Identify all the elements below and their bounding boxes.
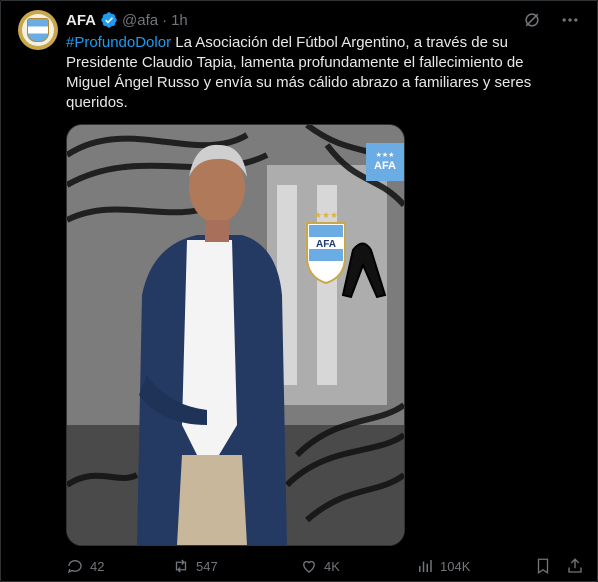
views-icon — [419, 560, 432, 572]
views-count: 104K — [440, 558, 471, 574]
repost-icon — [175, 559, 187, 573]
post-image[interactable]: ★★★ AFA ★★★ AFA — [66, 124, 405, 546]
like-button[interactable]: 4K — [300, 557, 340, 575]
badge-text: AFA — [374, 160, 396, 172]
reply-count: 42 — [90, 558, 105, 574]
heart-icon — [303, 560, 315, 573]
like-count: 4K — [324, 558, 340, 574]
avatar[interactable] — [18, 10, 58, 50]
reply-button[interactable]: 42 — [66, 557, 104, 575]
afa-crest-icon — [27, 18, 49, 42]
repost-count: 547 — [196, 558, 218, 574]
more-icon[interactable] — [560, 10, 580, 30]
bookmark-icon — [537, 558, 549, 575]
views-button[interactable]: 104K — [416, 557, 470, 575]
bookmark-button[interactable] — [534, 557, 552, 575]
avatar-inner — [22, 14, 54, 46]
afa-logo-badge: ★★★ AFA — [366, 143, 404, 181]
post-header: AFA @afa · 1h — [66, 10, 188, 30]
verified-badge-icon[interactable] — [100, 11, 118, 29]
separator-dot: · — [162, 11, 168, 29]
post-actions: 42 547 4K 104K — [66, 556, 586, 576]
badge-stars: ★★★ — [375, 152, 395, 159]
repost-button[interactable]: 547 — [172, 557, 218, 575]
share-icon — [568, 558, 582, 573]
post-timestamp[interactable]: 1h — [171, 12, 188, 29]
author-name[interactable]: AFA — [66, 12, 96, 29]
reply-icon — [67, 560, 82, 574]
svg-text:★★★: ★★★ — [314, 211, 338, 221]
post-top-actions — [522, 10, 580, 30]
author-handle[interactable]: @afa — [122, 12, 158, 29]
post-text: #ProfundoDolor La Asociación del Fútbol … — [66, 33, 566, 113]
hashtag-link[interactable]: #ProfundoDolor — [66, 34, 171, 51]
share-button[interactable] — [566, 557, 584, 575]
svg-text:AFA: AFA — [316, 239, 336, 250]
grok-icon[interactable] — [522, 10, 542, 30]
memorial-graphic: ★★★ AFA — [67, 125, 404, 545]
